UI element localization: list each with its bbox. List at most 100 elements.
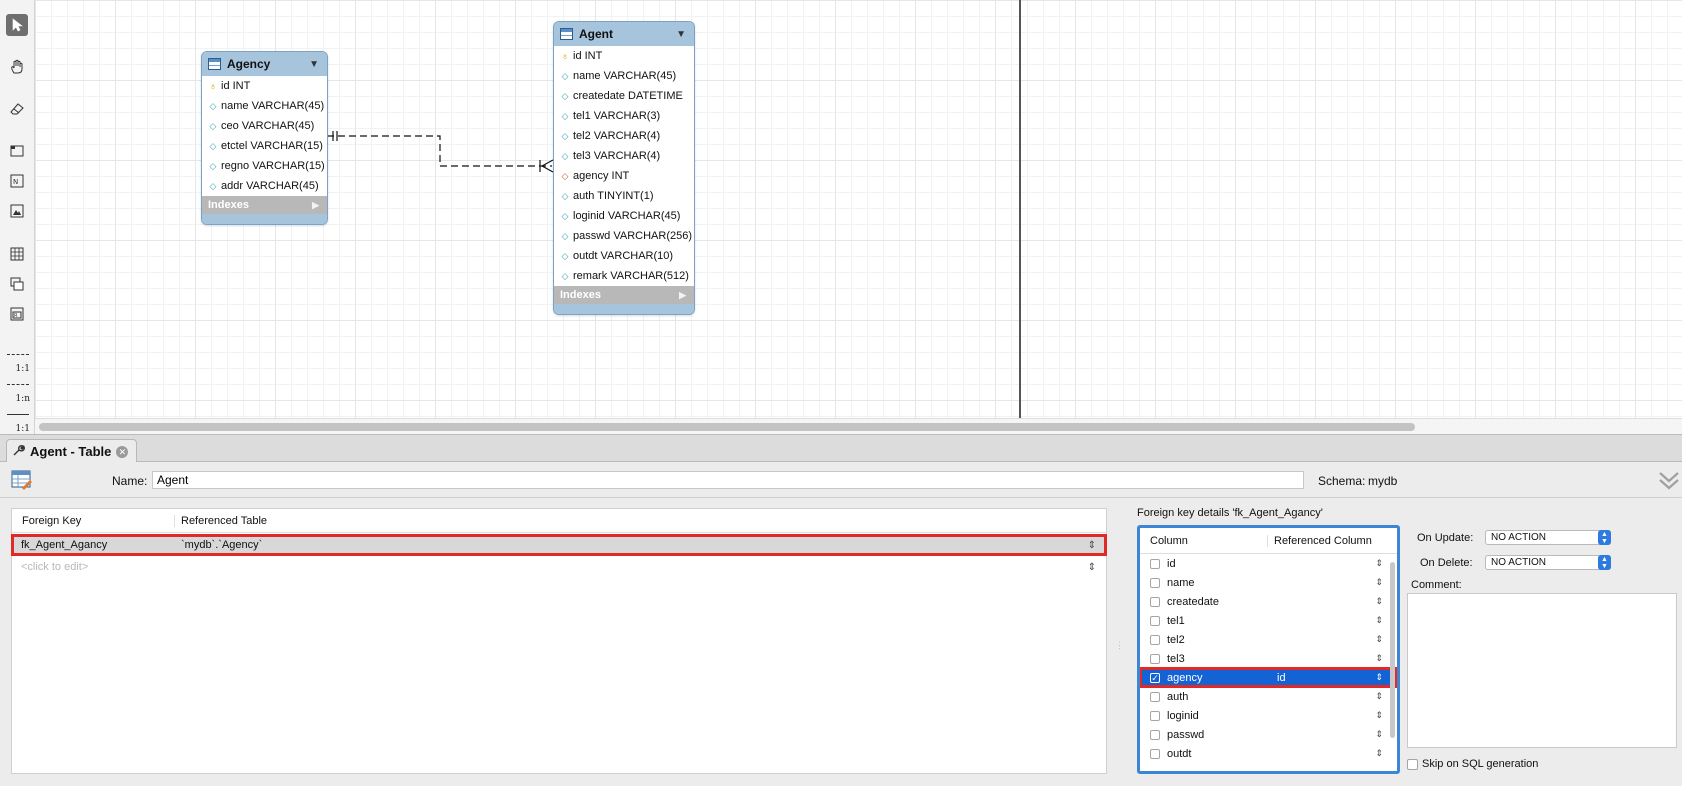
select-stepper-icon[interactable]: ⇕ — [1375, 596, 1383, 607]
foreign-key-new-row[interactable]: <click to edit> ⇕ — [12, 557, 1106, 577]
close-tab-icon[interactable]: ✕ — [116, 445, 129, 458]
panel-splitter-handle[interactable]: ⋮ — [1115, 640, 1124, 650]
fk-column-row[interactable]: name ⇕ — [1140, 573, 1397, 592]
select-stepper-icon[interactable]: ⇕ — [1375, 710, 1383, 721]
entity-column-row[interactable]: ◇ regno VARCHAR(15) — [202, 156, 327, 176]
fk-column-checkbox[interactable] — [1150, 691, 1160, 702]
entity-column-row[interactable]: ◇ name VARCHAR(45) — [554, 66, 694, 86]
entity-agency[interactable]: Agency ▼ ♀ id INT ◇ name VARCHAR(45) ◇ ceo VA… — [201, 51, 328, 225]
hand-tool-icon[interactable] — [6, 56, 28, 78]
fk-column-row[interactable]: id ⇕ — [1140, 554, 1397, 573]
entity-agent-indexes[interactable]: Indexes ▶ — [554, 286, 694, 304]
entity-column-row[interactable]: ♀ id INT — [202, 76, 327, 96]
referenced-table-value[interactable]: `mydb`.`Agency` — [175, 539, 1106, 551]
fk-column-checkbox[interactable] — [1150, 596, 1160, 607]
on-delete-select[interactable]: NO ACTION ▲ ▼ — [1485, 555, 1611, 570]
tab-agent-table[interactable]: Agent - Table ✕ — [6, 439, 138, 463]
entity-column-row[interactable]: ◇ auth TINYINT(1) — [554, 186, 694, 206]
fk-column-checkbox[interactable] — [1150, 748, 1160, 759]
fk-columns-scrollbar[interactable] — [1390, 562, 1395, 738]
referenced-column-header[interactable]: Referenced Column — [1268, 535, 1372, 547]
foreign-key-columns-list[interactable]: Column Referenced Column id ⇕ name ⇕ created… — [1137, 525, 1400, 774]
fk-column-checkbox[interactable] — [1150, 653, 1160, 664]
horizontal-scrollbar[interactable] — [35, 418, 1682, 434]
click-to-edit-placeholder[interactable]: <click to edit> — [12, 561, 175, 573]
collapse-triangle-icon[interactable]: ▼ — [676, 29, 686, 40]
pointer-tool-icon[interactable] — [6, 14, 28, 36]
fk-column-row[interactable]: passwd ⇕ — [1140, 725, 1397, 744]
new-view-tool-icon[interactable] — [6, 273, 28, 295]
fk-column-checkbox[interactable] — [1150, 558, 1160, 569]
entity-column-row[interactable]: ◇ tel3 VARCHAR(4) — [554, 146, 694, 166]
entity-column-row[interactable]: ◇ loginid VARCHAR(45) — [554, 206, 694, 226]
entity-agent-header[interactable]: Agent ▼ — [554, 22, 694, 46]
entity-column-row[interactable]: ◇ passwd VARCHAR(256) — [554, 226, 694, 246]
horizontal-scrollbar-thumb[interactable] — [39, 423, 1415, 431]
image-tool-icon[interactable] — [6, 200, 28, 222]
entity-column-row[interactable]: ◇ name VARCHAR(45) — [202, 96, 327, 116]
fk-column-row[interactable]: createdate ⇕ — [1140, 592, 1397, 611]
entity-column-row[interactable]: ◇ ceo VARCHAR(45) — [202, 116, 327, 136]
select-arrows-icon[interactable]: ▲ ▼ — [1598, 555, 1611, 570]
entity-column-row[interactable]: ◇ remark VARCHAR(512) — [554, 266, 694, 286]
foreign-key-name[interactable]: fk_Agent_Agancy — [12, 539, 175, 551]
collapse-triangle-icon[interactable]: ▼ — [309, 59, 319, 70]
fk-column-checkbox[interactable]: ✓ — [1150, 672, 1160, 683]
select-stepper-icon[interactable]: ⇕ — [1088, 562, 1096, 573]
select-stepper-icon[interactable]: ⇕ — [1375, 577, 1383, 588]
select-stepper-icon[interactable]: ⇕ — [1375, 634, 1383, 645]
entity-column-row[interactable]: ◇ addr VARCHAR(45) — [202, 176, 327, 196]
skip-sql-checkbox[interactable] — [1407, 759, 1418, 770]
fk-column-checkbox[interactable] — [1150, 615, 1160, 626]
entity-column-row[interactable]: ◇ createdate DATETIME — [554, 86, 694, 106]
fk-column-row[interactable]: loginid ⇕ — [1140, 706, 1397, 725]
entity-column-row[interactable]: ◇ etctel VARCHAR(15) — [202, 136, 327, 156]
one-to-one-relationship-tool[interactable]: 1:1 — [6, 348, 30, 374]
entity-column-row[interactable]: ◇ tel2 VARCHAR(4) — [554, 126, 694, 146]
eraser-tool-icon[interactable] — [6, 98, 28, 120]
fk-column-row[interactable]: ✓ agency id ⇕ — [1140, 667, 1397, 688]
foreign-key-row[interactable]: fk_Agent_Agancy `mydb`.`Agency` ⇕ — [11, 534, 1107, 556]
entity-column-row[interactable]: ◇ tel1 VARCHAR(3) — [554, 106, 694, 126]
foreign-key-column-header[interactable]: Foreign Key — [12, 514, 175, 527]
select-stepper-icon[interactable]: ⇕ — [1375, 653, 1383, 664]
fk-column-row[interactable]: outdt ⇕ — [1140, 744, 1397, 763]
select-stepper-icon[interactable]: ⇕ — [1375, 615, 1383, 626]
fk-column-row[interactable]: tel3 ⇕ — [1140, 649, 1397, 668]
foreign-keys-list[interactable]: Foreign Key Referenced Table fk_Agent_Ag… — [11, 508, 1107, 774]
fk-column-checkbox[interactable] — [1150, 634, 1160, 645]
entity-column-row[interactable]: ◇ outdt VARCHAR(10) — [554, 246, 694, 266]
collapse-chevrons-icon[interactable] — [1658, 468, 1680, 492]
referenced-table-column-header[interactable]: Referenced Table — [175, 515, 267, 527]
table-name-input[interactable] — [152, 471, 1304, 489]
one-to-many-relationship-tool[interactable]: 1:n — [6, 378, 30, 404]
fk-column-row[interactable]: tel1 ⇕ — [1140, 611, 1397, 630]
column-header[interactable]: Column — [1140, 534, 1268, 547]
entity-agency-header[interactable]: Agency ▼ — [202, 52, 327, 76]
comment-textarea[interactable] — [1407, 593, 1677, 748]
select-stepper-icon[interactable]: ⇕ — [1375, 691, 1383, 702]
entity-agent[interactable]: Agent ▼ ♀ id INT ◇ name VARCHAR(45) ◇ created… — [553, 21, 695, 315]
entity-column-row[interactable]: ♀ id INT — [554, 46, 694, 66]
select-stepper-icon[interactable]: ⇕ — [1375, 672, 1383, 683]
select-stepper-icon[interactable]: ⇕ — [1088, 540, 1096, 551]
on-update-select[interactable]: NO ACTION ▲ ▼ — [1485, 530, 1611, 545]
select-stepper-icon[interactable]: ⇕ — [1375, 729, 1383, 740]
entity-agency-indexes[interactable]: Indexes ▶ — [202, 196, 327, 214]
expand-triangle-icon[interactable]: ▶ — [312, 200, 319, 211]
select-stepper-icon[interactable]: ⇕ — [1375, 748, 1383, 759]
expand-triangle-icon[interactable]: ▶ — [679, 290, 686, 301]
select-stepper-icon[interactable]: ⇕ — [1375, 558, 1383, 569]
fk-column-checkbox[interactable] — [1150, 577, 1160, 588]
fk-column-checkbox[interactable] — [1150, 710, 1160, 721]
fk-column-row[interactable]: tel2 ⇕ — [1140, 630, 1397, 649]
new-routine-group-tool-icon[interactable]: R — [6, 303, 28, 325]
select-arrows-icon[interactable]: ▲ ▼ — [1598, 530, 1611, 545]
layer-tool-icon[interactable] — [6, 140, 28, 162]
one-to-one-identifying-relationship-tool[interactable]: 1:1 — [6, 408, 30, 434]
text-note-tool-icon[interactable]: N — [6, 170, 28, 192]
fk-column-checkbox[interactable] — [1150, 729, 1160, 740]
fk-column-row[interactable]: auth ⇕ — [1140, 687, 1397, 706]
entity-column-row[interactable]: ◇ agency INT — [554, 166, 694, 186]
new-table-tool-icon[interactable] — [6, 243, 28, 265]
